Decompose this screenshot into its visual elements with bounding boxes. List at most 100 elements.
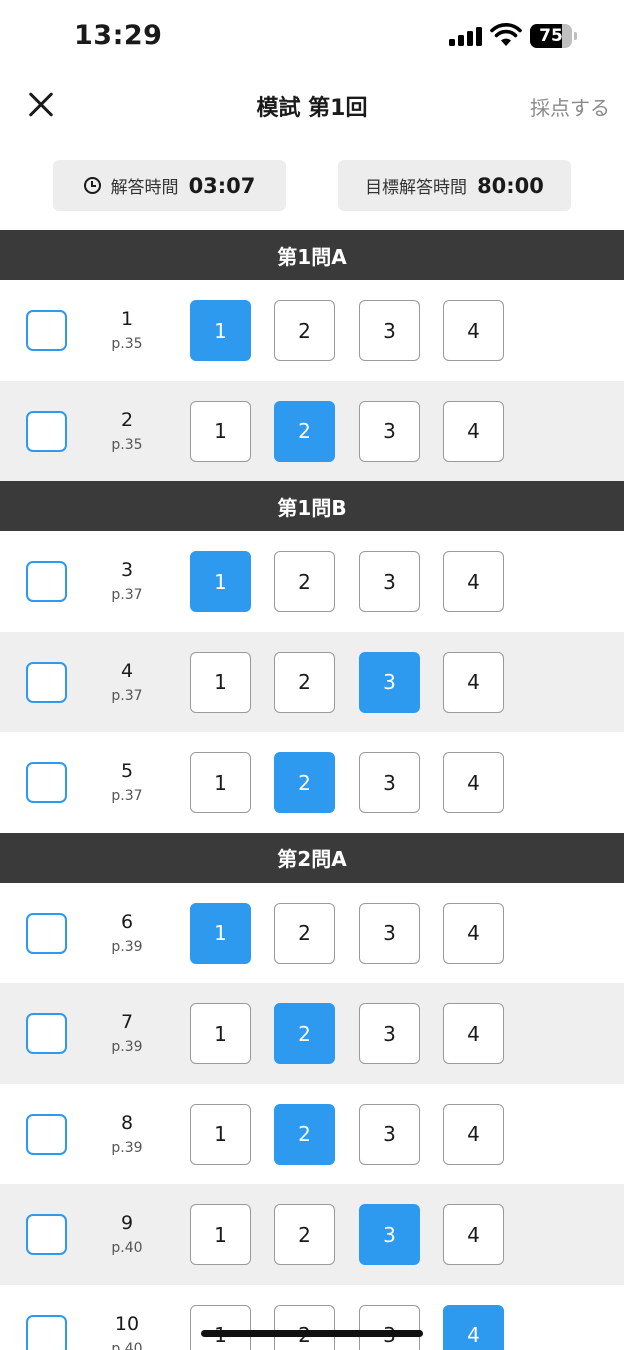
question-row: 3 p.37 1 2 3 4 (0, 531, 624, 632)
question-number: 9 (120, 1212, 134, 1234)
elapsed-time-label: 解答時間 (110, 178, 179, 198)
answer-option-4[interactable]: 4 (443, 752, 504, 813)
review-checkbox[interactable] (26, 661, 67, 703)
question-number: 7 (120, 1011, 134, 1033)
review-checkbox[interactable] (26, 561, 67, 602)
answer-option-3[interactable]: 3 (359, 1003, 420, 1064)
answer-option-4[interactable]: 4 (443, 651, 504, 713)
answer-option-1[interactable]: 1 (190, 752, 251, 813)
answer-option-3[interactable]: 3 (359, 300, 420, 361)
answer-option-2[interactable]: 2 (274, 651, 335, 713)
review-checkbox[interactable] (26, 1113, 67, 1155)
answer-option-4[interactable]: 4 (443, 1204, 504, 1265)
review-checkbox[interactable] (26, 1314, 67, 1350)
question-page-ref: p.35 (111, 336, 143, 352)
question-number: 6 (120, 910, 134, 933)
answer-option-2[interactable]: 2 (274, 400, 335, 462)
question-page-ref: p.39 (111, 1139, 143, 1156)
question-number: 4 (120, 659, 134, 682)
question-row: 1 p.35 1 2 3 4 (0, 280, 624, 381)
review-checkbox[interactable] (26, 912, 67, 954)
section-header: 第2問A (0, 832, 624, 883)
answer-option-4[interactable]: 4 (443, 300, 504, 361)
answer-option-1[interactable]: 1 (190, 1204, 251, 1265)
review-checkbox[interactable] (26, 310, 67, 351)
question-number: 1 (120, 308, 134, 330)
question-page-ref: p.40 (111, 1240, 143, 1256)
question-page-ref: p.39 (111, 1039, 143, 1055)
review-checkbox[interactable] (26, 410, 67, 452)
grade-button[interactable]: 採点する (530, 92, 610, 121)
answer-option-1[interactable]: 1 (190, 1103, 251, 1165)
review-checkbox[interactable] (26, 762, 67, 803)
answer-option-3[interactable]: 3 (359, 1204, 420, 1265)
answer-option-2[interactable]: 2 (274, 1103, 335, 1165)
answer-option-4[interactable]: 4 (443, 551, 504, 612)
answer-option-4[interactable]: 4 (443, 1103, 504, 1165)
status-bar: 13:29 75 (0, 0, 624, 70)
question-row: 2 p.35 1 2 3 4 (0, 380, 624, 481)
question-row: 6 p.39 1 2 3 4 (0, 882, 624, 983)
answer-option-4[interactable]: 4 (443, 902, 504, 964)
answer-option-4[interactable]: 4 (443, 1003, 504, 1064)
question-number: 10 (114, 1312, 140, 1335)
question-page-ref: p.37 (111, 687, 143, 704)
clock-icon (83, 177, 101, 194)
answer-option-3[interactable]: 3 (359, 551, 420, 612)
battery-icon: 75 (530, 24, 578, 48)
question-page-ref: p.39 (111, 938, 143, 955)
question-row: 8 p.39 1 2 3 4 (0, 1083, 624, 1184)
battery-level: 75 (539, 26, 563, 46)
question-number: 3 (120, 559, 134, 581)
answer-option-4[interactable]: 4 (443, 1304, 504, 1350)
answer-option-1[interactable]: 1 (190, 902, 251, 964)
elapsed-time-box: 解答時間 03:07 (53, 160, 286, 211)
question-page-ref: p.37 (111, 587, 143, 603)
question-row: 9 p.40 1 2 3 4 (0, 1184, 624, 1285)
answer-option-1[interactable]: 1 (190, 300, 251, 361)
question-number: 5 (120, 760, 134, 782)
home-indicator (201, 1330, 423, 1337)
wifi-icon (490, 23, 522, 46)
cellular-signal-icon (449, 26, 483, 46)
answer-option-2[interactable]: 2 (274, 1003, 335, 1064)
section-header: 第1問B (0, 481, 624, 531)
answer-option-3[interactable]: 3 (359, 651, 420, 713)
question-number: 2 (120, 408, 134, 431)
answer-option-2[interactable]: 2 (274, 752, 335, 813)
answer-option-1[interactable]: 1 (190, 551, 251, 612)
question-row: 5 p.37 1 2 3 4 (0, 732, 624, 833)
answer-option-2[interactable]: 2 (274, 902, 335, 964)
elapsed-time-value: 03:07 (188, 173, 256, 198)
answer-option-1[interactable]: 1 (190, 400, 251, 462)
answer-option-3[interactable]: 3 (359, 400, 420, 462)
question-row: 10 p.40 1234 (0, 1284, 624, 1350)
answer-option-2[interactable]: 2 (274, 1204, 335, 1265)
answer-option-3[interactable]: 3 (359, 902, 420, 964)
answer-option-3[interactable]: 3 (359, 1304, 420, 1350)
answer-option-3[interactable]: 3 (359, 1103, 420, 1165)
answer-option-2[interactable]: 2 (274, 551, 335, 612)
target-time-box: 目標解答時間 80:00 (338, 160, 571, 211)
answer-option-1[interactable]: 1 (190, 1304, 251, 1350)
question-page-ref: p.35 (111, 436, 143, 453)
target-time-value: 80:00 (477, 173, 544, 198)
review-checkbox[interactable] (26, 1214, 67, 1255)
status-time: 13:29 (74, 20, 163, 51)
review-checkbox[interactable] (26, 1013, 67, 1054)
question-list: 第1問A 1 p.35 1 2 3 4 2 p.35 1 2 3 4 第1問B 3 p.37 1 2 3 4 4 p.37… (0, 230, 624, 1350)
header: 模試 第1回 採点する (0, 70, 624, 142)
answer-option-4[interactable]: 4 (443, 400, 504, 462)
answer-option-1[interactable]: 1 (190, 651, 251, 713)
target-time-label: 目標解答時間 (365, 178, 468, 198)
question-row: 7 p.39 1 2 3 4 (0, 983, 624, 1084)
section-header: 第1問A (0, 230, 624, 280)
answer-option-3[interactable]: 3 (359, 752, 420, 813)
answer-option-2[interactable]: 2 (274, 300, 335, 361)
answer-option-2[interactable]: 2 (274, 1304, 335, 1350)
question-number: 8 (120, 1111, 134, 1134)
question-row: 4 p.37 1 2 3 4 (0, 631, 624, 732)
answer-option-1[interactable]: 1 (190, 1003, 251, 1064)
question-page-ref: p.37 (111, 788, 143, 804)
question-page-ref: p.40 (111, 1340, 143, 1350)
